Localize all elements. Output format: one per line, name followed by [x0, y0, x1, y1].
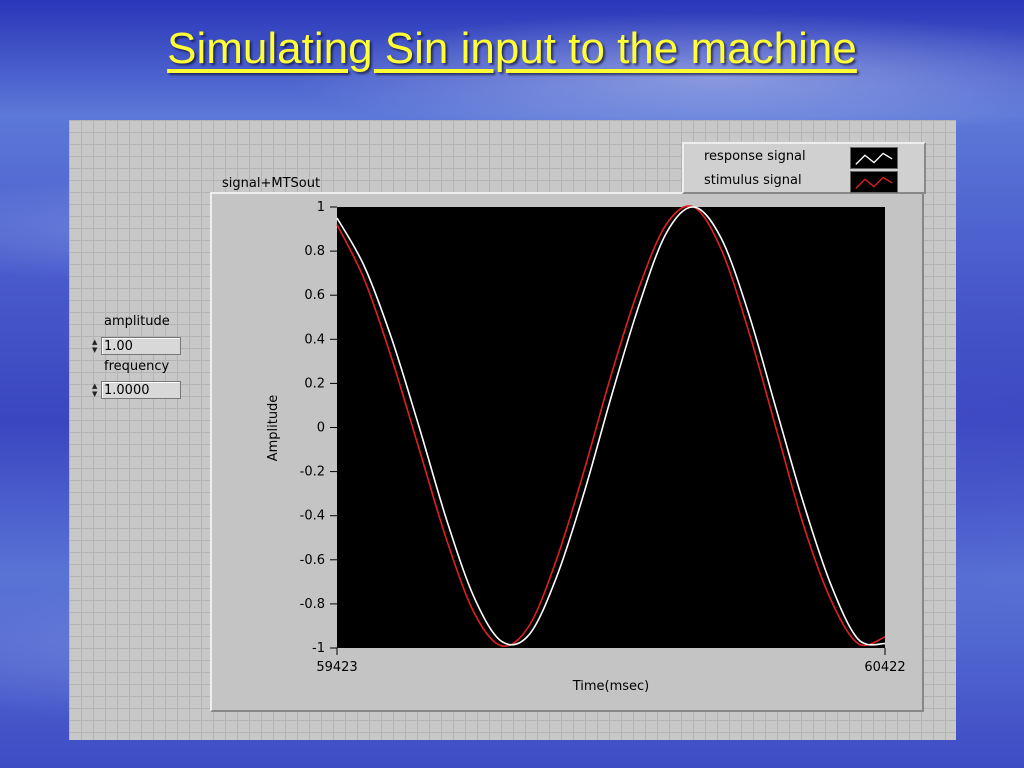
x-tick-label: 59423 — [316, 660, 357, 675]
y-tick-label: -0.2 — [300, 465, 325, 480]
y-tick-label: -1 — [312, 641, 325, 656]
y-tick-label: -0.8 — [300, 597, 325, 612]
y-tick-label: -0.6 — [300, 553, 325, 568]
y-axis-label: Amplitude — [266, 395, 281, 462]
x-axis: 59423 60422 — [316, 648, 906, 675]
x-tick-label: 60422 — [864, 660, 905, 675]
y-tick-label: -0.4 — [300, 509, 325, 524]
y-axis: 1 0.8 0.6 0.4 0.2 0 -0.2 -0.4 -0.6 -0.8 -1 — [300, 200, 337, 656]
y-tick-label: 0.6 — [304, 288, 325, 303]
y-tick-label: 0 — [317, 421, 325, 436]
waveform-chart: 1 0.8 0.6 0.4 0.2 0 -0.2 -0.4 -0.6 -0.8 -1 59423 60… — [266, 200, 906, 694]
y-tick-label: 0.8 — [304, 244, 325, 259]
y-tick-label: 0.2 — [304, 376, 325, 391]
x-axis-label: Time(msec) — [572, 679, 650, 694]
y-tick-label: 1 — [317, 200, 325, 215]
y-tick-label: 0.4 — [304, 332, 325, 347]
